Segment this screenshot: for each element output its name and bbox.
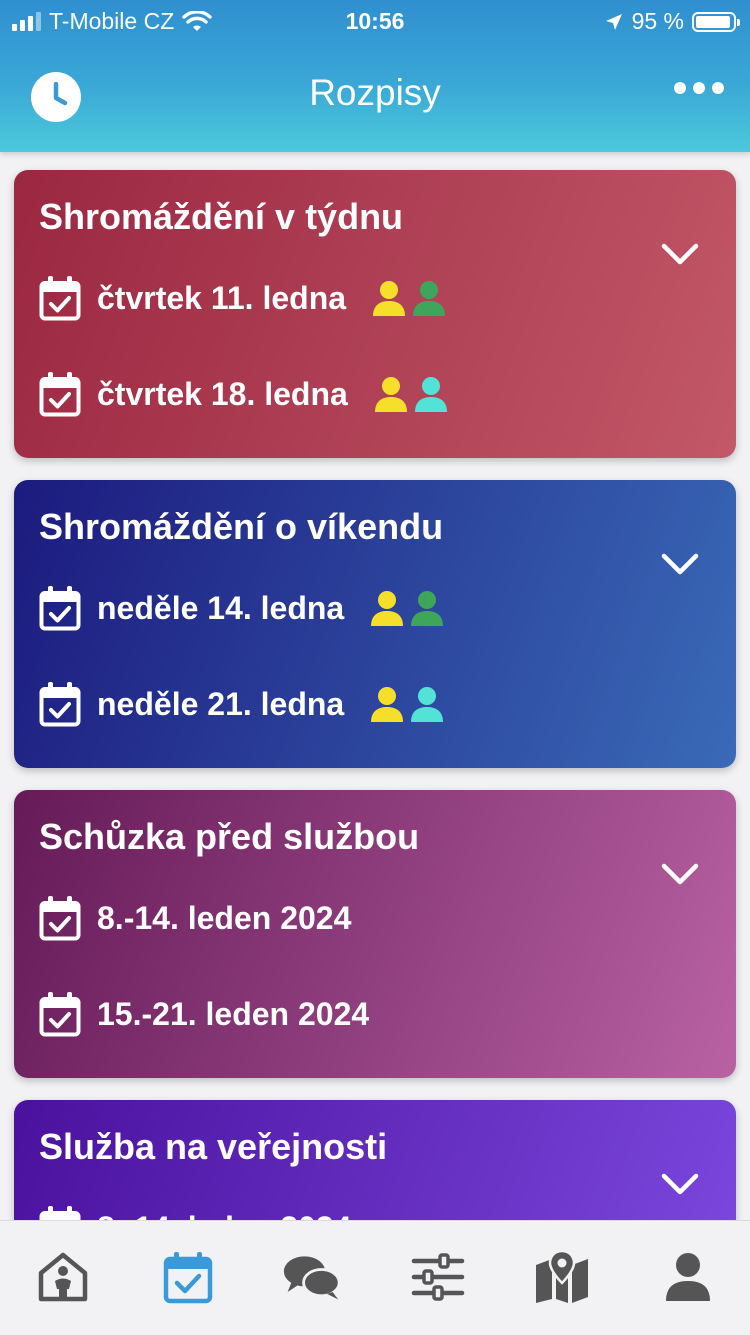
tab-profile[interactable] [658, 1249, 718, 1305]
person-icon [372, 280, 406, 316]
more-button[interactable] [674, 82, 724, 94]
user-icon [666, 1253, 710, 1301]
chevron-down-icon[interactable] [660, 550, 700, 578]
sliders-icon [411, 1253, 465, 1301]
calendar-check-icon [39, 275, 81, 321]
assignees [370, 686, 444, 722]
schedule-row[interactable]: neděle 21. ledna [39, 680, 444, 728]
schedule-card[interactable]: Schůzka před službou 8.-14. leden 2024 1… [14, 790, 736, 1078]
tab-schedules[interactable] [158, 1249, 218, 1305]
row-date: neděle 14. ledna [97, 589, 345, 626]
assignees [374, 376, 448, 412]
person-icon [410, 590, 444, 626]
card-title: Shromáždění o víkendu [39, 506, 444, 547]
more-icon-dot [712, 82, 724, 94]
person-icon [370, 590, 404, 626]
schedule-row[interactable]: čtvrtek 11. ledna [39, 274, 446, 322]
tab-messages[interactable] [282, 1249, 342, 1305]
row-date: čtvrtek 18. ledna [97, 375, 348, 412]
calendar-check-icon [39, 895, 81, 941]
schedule-row[interactable]: 8.-14. leden 2024 [39, 894, 351, 942]
person-icon [370, 686, 404, 722]
status-bar: T-Mobile CZ 10:56 95 % [0, 0, 750, 42]
tab-filters[interactable] [408, 1249, 468, 1305]
battery-percent: 95 % [631, 8, 684, 34]
row-date: 8.-14. leden 2024 [97, 1210, 351, 1221]
row-date: 15.-21. leden 2024 [97, 995, 370, 1032]
schedule-card[interactable]: Shromáždění v týdnu čtvrtek 11. ledna čt… [14, 170, 736, 458]
row-date: neděle 21. ledna [97, 685, 345, 722]
row-date: čtvrtek 11. ledna [97, 279, 347, 316]
person-icon [410, 686, 444, 722]
schedule-card[interactable]: Shromáždění o víkendu neděle 14. ledna n… [14, 480, 736, 768]
person-icon [374, 376, 408, 412]
tab-map[interactable] [532, 1249, 592, 1305]
more-icon-dot [693, 82, 705, 94]
row-date: 8.-14. leden 2024 [97, 899, 352, 936]
calendar-check-icon [163, 1252, 213, 1304]
tab-bar [0, 1220, 750, 1335]
calendar-check-icon [39, 681, 81, 727]
card-title: Schůzka před službou [39, 816, 420, 857]
card-title: Shromáždění v týdnu [39, 196, 404, 237]
calendar-check-icon [39, 371, 81, 417]
tab-home[interactable] [33, 1249, 93, 1305]
schedule-row[interactable]: čtvrtek 18. ledna [39, 370, 448, 418]
chevron-down-icon[interactable] [660, 240, 700, 268]
chevron-down-icon[interactable] [660, 1170, 700, 1198]
assignees [370, 590, 444, 626]
schedule-row[interactable]: 15.-21. leden 2024 [39, 990, 369, 1038]
map-icon [536, 1249, 588, 1303]
calendar-check-icon [39, 585, 81, 631]
person-icon [414, 376, 448, 412]
schedule-card[interactable]: Služba na veřejnosti 8.-14. leden 2024 [14, 1100, 736, 1220]
more-icon-dot [674, 82, 686, 94]
calendar-check-icon [39, 1205, 81, 1220]
location-arrow-icon [605, 13, 622, 30]
battery-icon [692, 11, 740, 32]
schedule-list: Shromáždění v týdnu čtvrtek 11. ledna čt… [0, 152, 750, 1220]
person-icon [412, 280, 446, 316]
schedule-row[interactable]: 8.-14. leden 2024 [39, 1204, 351, 1220]
app-header: T-Mobile CZ 10:56 95 % Rozpisy [0, 0, 750, 152]
chat-bubbles-icon [283, 1256, 341, 1300]
calendar-check-icon [39, 991, 81, 1037]
schedule-row[interactable]: neděle 14. ledna [39, 584, 444, 632]
assignees [372, 280, 446, 316]
home-person-icon [38, 1252, 88, 1302]
card-title: Služba na veřejnosti [39, 1126, 388, 1167]
page-title: Rozpisy [309, 72, 441, 113]
chevron-down-icon[interactable] [660, 860, 700, 888]
